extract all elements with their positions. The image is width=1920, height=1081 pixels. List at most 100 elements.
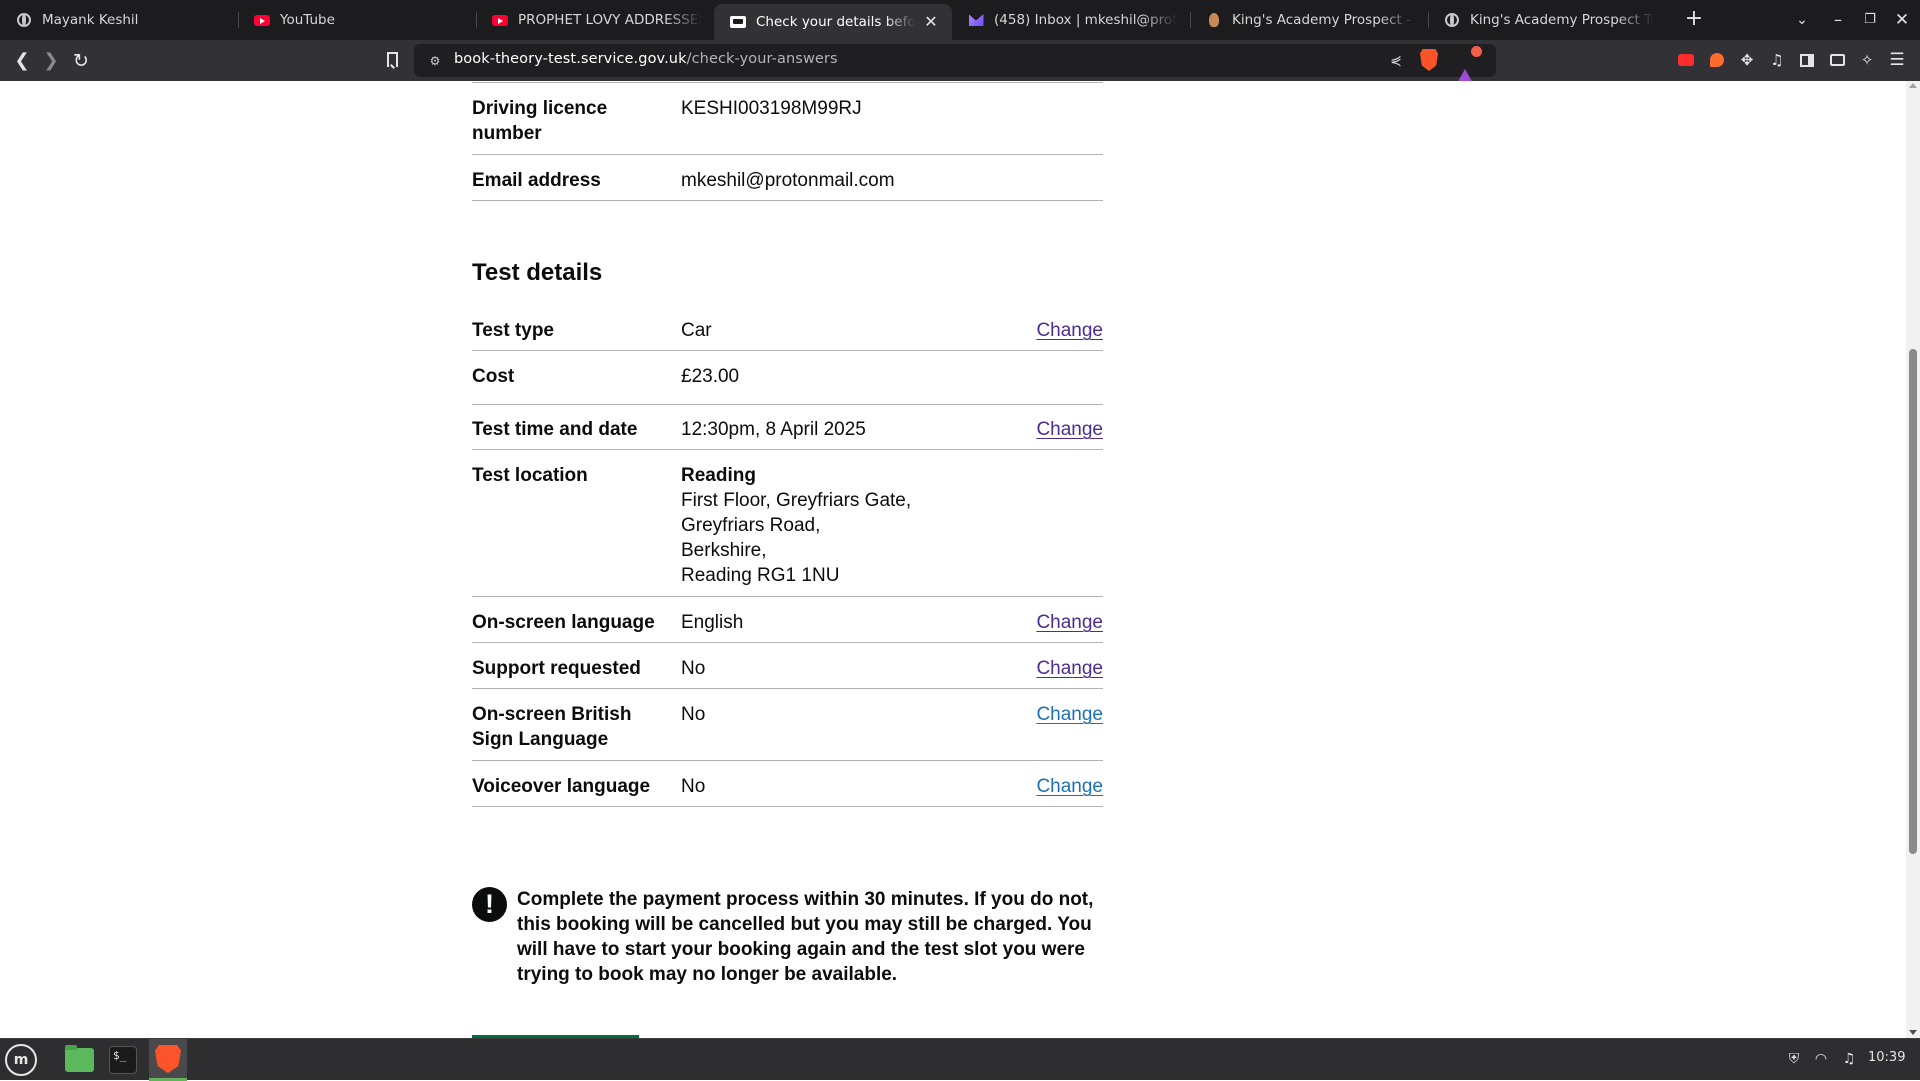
summary-row-cost: Cost £23.00 bbox=[472, 351, 1103, 397]
os-taskbar: m $_ ⛨ ◠ ♫ 10:39 bbox=[0, 1038, 1920, 1081]
taskbar-brave-window[interactable] bbox=[149, 1039, 187, 1081]
tab-title: (458) Inbox | mkeshil@proton.me bbox=[994, 12, 1178, 28]
page-scrollbar[interactable] bbox=[1906, 81, 1920, 1038]
warning-icon: ! bbox=[472, 887, 507, 922]
summary-row-voiceover: Voiceover language No Change bbox=[472, 761, 1103, 807]
tab-strip: Mayank Keshil YouTube PROPHET LOVY ADDRE… bbox=[0, 0, 1920, 40]
summary-value: No bbox=[681, 704, 706, 725]
summary-row-test-type: Test type Car Change bbox=[472, 305, 1103, 351]
tab-check-your-details[interactable]: Check your details before pa ✕ bbox=[714, 4, 952, 40]
summary-row-location: Test location Reading First Floor, Greyf… bbox=[472, 450, 1103, 597]
sound-icon[interactable]: ♫ bbox=[1840, 1050, 1858, 1068]
change-language-link[interactable]: Change bbox=[1036, 610, 1103, 635]
update-shield-icon[interactable]: ⛨ bbox=[1785, 1050, 1803, 1068]
tab-proton-inbox[interactable]: (458) Inbox | mkeshil@proton.me bbox=[952, 0, 1190, 40]
summary-value: Reading First Floor, Greyfriars Gate, Gr… bbox=[681, 463, 1011, 588]
section-heading-test-details: Test details bbox=[472, 259, 603, 286]
summary-value: mkeshil@protonmail.com bbox=[681, 170, 895, 191]
tab-title: Check your details before pa bbox=[756, 14, 916, 30]
globe-icon bbox=[16, 12, 32, 28]
summary-value: KESHI003198M99RJ bbox=[681, 98, 862, 119]
new-tab-button[interactable]: + bbox=[1682, 8, 1706, 32]
summary-key: Voiceover language bbox=[472, 776, 651, 797]
forward-icon[interactable]: ❯ bbox=[38, 48, 64, 74]
summary-key: On-screen language bbox=[472, 612, 655, 633]
crown-icon bbox=[730, 14, 746, 30]
terminal-icon[interactable]: $_ bbox=[109, 1046, 137, 1074]
summary-value: English bbox=[681, 612, 744, 633]
hamburger-menu-icon[interactable]: ☰ bbox=[1886, 49, 1908, 71]
change-support-link[interactable]: Change bbox=[1036, 656, 1103, 681]
scrollbar-thumb[interactable] bbox=[1909, 349, 1917, 854]
globe-icon bbox=[1444, 12, 1460, 28]
summary-row-licence: Driving licence number KESHI003198M99RJ bbox=[472, 83, 1103, 155]
system-clock[interactable]: 10:39 bbox=[1868, 1050, 1905, 1065]
minimize-window-icon[interactable]: – bbox=[1826, 8, 1850, 32]
summary-value: 12:30pm, 8 April 2025 bbox=[681, 419, 866, 440]
extensions-puzzle-icon[interactable]: ✥ bbox=[1736, 49, 1758, 71]
summary-key: Test location bbox=[472, 465, 588, 486]
address-line: Reading RG1 1NU bbox=[681, 565, 840, 586]
youtube-extension-icon[interactable] bbox=[1675, 49, 1697, 71]
url-host: book-theory-test.service.gov.uk bbox=[454, 51, 687, 67]
browser-toolbar: ❮ ❯ ↻ ⚙ book-theory-test.service.gov.uk/… bbox=[0, 40, 1920, 85]
leo-ai-icon[interactable]: ✧ bbox=[1856, 49, 1878, 71]
summary-row-time-date: Test time and date 12:30pm, 8 April 2025… bbox=[472, 404, 1103, 450]
media-music-icon[interactable]: ♫ bbox=[1766, 49, 1788, 71]
scroll-down-icon[interactable] bbox=[1909, 1030, 1917, 1035]
tab-title: Mayank Keshil bbox=[42, 12, 139, 28]
change-bsl-link[interactable]: Change bbox=[1036, 702, 1103, 727]
url-text[interactable]: book-theory-test.service.gov.uk/check-yo… bbox=[454, 51, 838, 67]
summary-row-bsl: On-screen British Sign Language No Chang… bbox=[472, 689, 1103, 761]
restore-window-icon[interactable]: ❐ bbox=[1858, 8, 1882, 32]
youtube-icon bbox=[492, 12, 508, 28]
close-window-icon[interactable]: ✕ bbox=[1890, 8, 1914, 32]
summary-key: Cost bbox=[472, 366, 515, 387]
tab-kings-academy-term-d[interactable]: King's Academy Prospect Term D bbox=[1428, 0, 1666, 40]
tab-prophet-lovy[interactable]: PROPHET LOVY ADDRESSES ACC bbox=[476, 0, 714, 40]
brave-shields-icon[interactable] bbox=[1420, 49, 1438, 71]
summary-row-email: Email address mkeshil@protonmail.com bbox=[472, 155, 1103, 201]
summary-key: On-screen British Sign Language bbox=[472, 704, 632, 750]
close-tab-icon[interactable]: ✕ bbox=[922, 13, 940, 31]
test-centre-name: Reading bbox=[681, 465, 756, 486]
address-line: Berkshire, bbox=[681, 540, 767, 561]
summary-value: No bbox=[681, 776, 706, 797]
youtube-icon bbox=[254, 12, 270, 28]
site-settings-icon[interactable]: ⚙ bbox=[426, 52, 444, 70]
warning-text: Complete the payment process within 30 m… bbox=[517, 889, 1094, 985]
chevron-down-icon[interactable]: ⌄ bbox=[1790, 8, 1814, 32]
back-icon[interactable]: ❮ bbox=[9, 48, 35, 74]
bookmark-icon[interactable] bbox=[381, 49, 403, 73]
summary-key: Driving licence number bbox=[472, 98, 608, 144]
sidebar-toggle-icon[interactable] bbox=[1796, 49, 1818, 71]
share-icon[interactable]: ⋞ bbox=[1386, 51, 1406, 71]
brave-rewards-icon[interactable] bbox=[1456, 46, 1482, 85]
shield-icon bbox=[1206, 12, 1222, 28]
summary-key: Support requested bbox=[472, 658, 641, 679]
files-folder-icon[interactable] bbox=[65, 1045, 94, 1072]
summary-key: Email address bbox=[472, 170, 601, 191]
summary-value: £23.00 bbox=[681, 366, 740, 387]
change-time-date-link[interactable]: Change bbox=[1036, 417, 1103, 442]
summary-row-language: On-screen language English Change bbox=[472, 597, 1103, 643]
summary-key: Test time and date bbox=[472, 419, 638, 440]
tab-mayank-keshil[interactable]: Mayank Keshil bbox=[0, 0, 238, 40]
wallet-icon[interactable] bbox=[1826, 49, 1848, 71]
tab-title: PROPHET LOVY ADDRESSES ACC bbox=[518, 12, 702, 28]
mint-menu-icon[interactable]: m bbox=[5, 1044, 37, 1076]
extension-fox-icon[interactable] bbox=[1706, 49, 1728, 71]
tab-youtube[interactable]: YouTube bbox=[238, 0, 476, 40]
tab-title: King's Academy Prospect Term D bbox=[1470, 12, 1654, 28]
reload-icon[interactable]: ↻ bbox=[68, 48, 94, 74]
address-line: First Floor, Greyfriars Gate, bbox=[681, 490, 912, 511]
scroll-up-icon[interactable] bbox=[1909, 83, 1917, 88]
tab-kings-academy-term[interactable]: King's Academy Prospect - Term bbox=[1190, 0, 1428, 40]
change-voiceover-link[interactable]: Change bbox=[1036, 774, 1103, 799]
change-test-type-link[interactable]: Change bbox=[1036, 318, 1103, 343]
proton-mail-icon bbox=[968, 12, 984, 28]
wifi-icon[interactable]: ◠ bbox=[1812, 1050, 1830, 1068]
tab-title: King's Academy Prospect - Term bbox=[1232, 12, 1416, 28]
summary-key: Test type bbox=[472, 320, 555, 341]
address-bar[interactable]: ⚙ book-theory-test.service.gov.uk/check-… bbox=[414, 44, 1496, 85]
